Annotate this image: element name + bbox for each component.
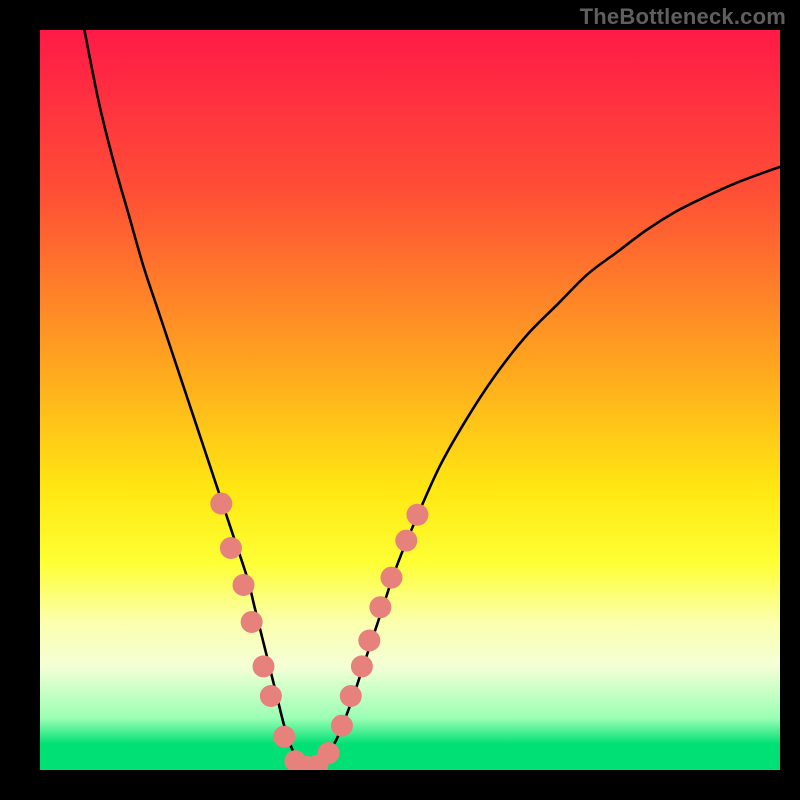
highlight-dot: [351, 655, 373, 677]
highlight-dot: [252, 655, 274, 677]
highlight-dot: [395, 530, 417, 552]
highlight-dots: [210, 493, 428, 770]
bottleneck-curve: [84, 30, 780, 768]
highlight-dot: [220, 537, 242, 559]
watermark-text: TheBottleneck.com: [580, 4, 786, 30]
highlight-dot: [260, 685, 282, 707]
highlight-dot: [331, 715, 353, 737]
highlight-dot: [273, 726, 295, 748]
plot-area: [40, 30, 780, 770]
highlight-dot: [318, 742, 340, 764]
highlight-dot: [210, 493, 232, 515]
highlight-dot: [241, 611, 263, 633]
highlight-dot: [340, 685, 362, 707]
chart-frame: TheBottleneck.com: [0, 0, 800, 800]
curve-layer: [40, 30, 780, 770]
highlight-dot: [381, 567, 403, 589]
highlight-dot: [358, 630, 380, 652]
highlight-dot: [369, 596, 391, 618]
highlight-dot: [233, 574, 255, 596]
highlight-dot: [406, 504, 428, 526]
